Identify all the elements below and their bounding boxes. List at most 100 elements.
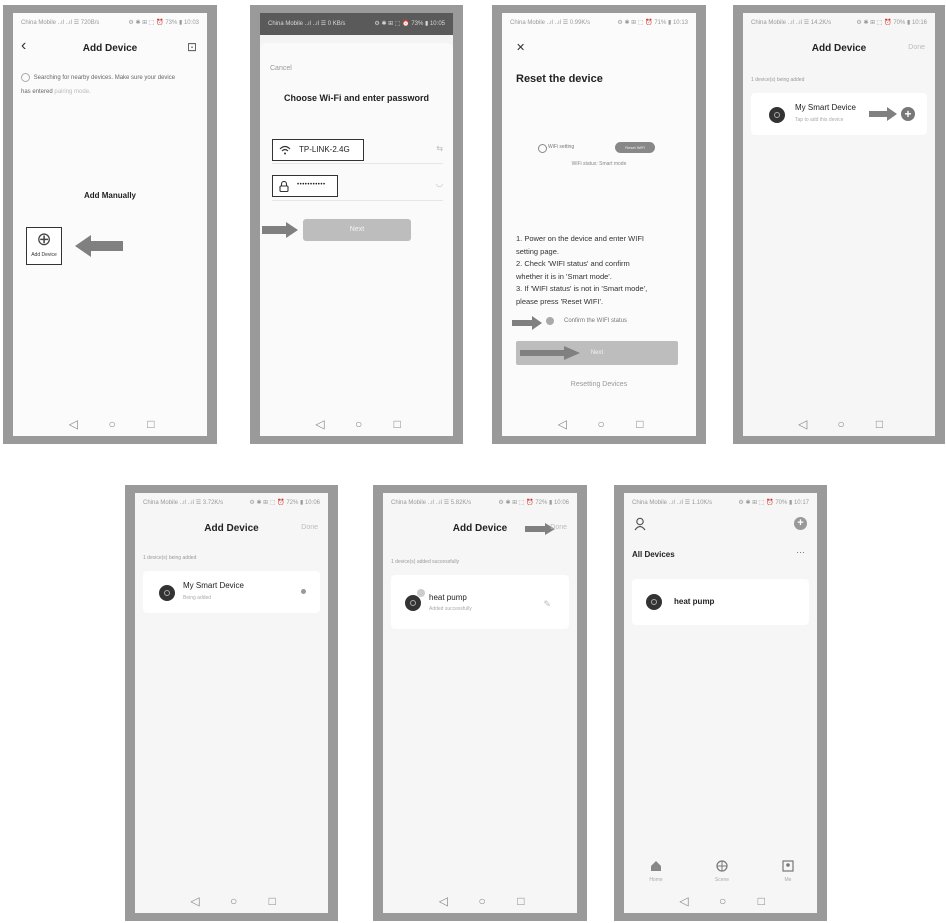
status-right: ⚙ ✱ ⊞ ⬚ ⏰ 70% ▮ 10:17 <box>738 500 809 506</box>
nav-recent-icon[interactable]: □ <box>755 895 767 907</box>
search-spinner-icon <box>21 72 30 82</box>
status-bar: China Mobile ..ıl ..ıl ☰ 5.82K/s ⚙ ✱ ⊞ ⬚… <box>383 495 577 509</box>
instruction-steps: 1. Power on the device and enter WIFI se… <box>516 233 688 308</box>
device-card[interactable]: heat pump <box>632 579 809 625</box>
device-card[interactable]: heat pump Added successfully ✎ <box>391 575 569 629</box>
screen-surface: China Mobile ..ıl ..ıl ☰ 5.82K/s ⚙ ✱ ⊞ ⬚… <box>383 493 577 913</box>
nav-recent-icon[interactable]: □ <box>391 418 403 430</box>
page-title: Reset the device <box>516 73 603 85</box>
step-line: please press 'Reset WIFI'. <box>516 296 604 306</box>
person-icon[interactable] <box>634 517 646 531</box>
wifi-password-value: ••••••••••• <box>297 182 326 188</box>
status-bar: China Mobile ..ıl ..ıl ☰ 0.99K/s ⚙ ✱ ⊞ ⬚… <box>502 15 696 29</box>
pointer-arrow <box>512 316 542 330</box>
nav-home-icon[interactable]: ○ <box>476 895 488 907</box>
done-button[interactable]: Done <box>550 524 567 531</box>
add-manually-heading: Add Manually <box>83 191 136 200</box>
next-button[interactable]: Next <box>303 219 411 241</box>
pairing-mode-link[interactable]: pairing mode. <box>54 89 90 95</box>
cancel-button[interactable]: Cancel <box>270 65 292 72</box>
scene-icon <box>716 860 728 872</box>
system-nav-bar: ◁ ○ □ <box>13 414 207 436</box>
wifi-icon <box>279 145 291 155</box>
edit-name-icon[interactable]: ✎ <box>543 599 551 610</box>
nav-home-icon[interactable]: ○ <box>228 895 240 907</box>
nav-recent-icon[interactable]: □ <box>515 895 527 907</box>
device-icon <box>159 585 175 601</box>
add-device-icon[interactable]: + <box>794 517 807 530</box>
add-device-plus-icon[interactable]: + <box>901 107 915 121</box>
status-bar: China Mobile ..ıl ..ıl ☰ 3.72K/s ⚙ ✱ ⊞ ⬚… <box>135 495 328 509</box>
nav-back-icon[interactable]: ◁ <box>556 418 568 430</box>
status-left: China Mobile ..ıl ..ıl ☰ 1.10K/s <box>632 500 713 506</box>
pointer-arrow <box>262 222 298 238</box>
nav-recent-icon[interactable]: □ <box>874 418 886 430</box>
pointer-arrow <box>75 235 123 257</box>
step-line: 2. Check 'WIFI status' and confirm <box>516 259 630 268</box>
step-line: 1. Power on the device and enter WIFI <box>516 234 644 243</box>
field-divider <box>272 163 443 164</box>
phone-screen-choose-wifi: China Mobile ..ıl ..ıl ☰ 0 KB/s ⚙ ✱ ⊞ ⬚ … <box>250 5 463 444</box>
lock-icon <box>279 181 289 192</box>
confirm-checkbox[interactable] <box>546 317 554 325</box>
system-nav-bar: ◁ ○ □ <box>135 891 328 913</box>
done-button[interactable]: Done <box>301 524 318 531</box>
wifi-password-field[interactable]: ••••••••••• <box>272 175 338 197</box>
status-left: China Mobile ..ıl ..ıl ☰ 720B/s <box>21 20 100 26</box>
more-options-icon[interactable]: ··· <box>796 547 805 557</box>
nav-back-icon[interactable]: ◁ <box>437 895 449 907</box>
loading-spinner-icon <box>301 589 306 594</box>
nav-recent-icon[interactable]: □ <box>634 418 646 430</box>
nav-recent-icon[interactable]: □ <box>266 895 278 907</box>
nav-back-icon[interactable]: ◁ <box>678 895 690 907</box>
section-title: All Devices <box>632 550 675 559</box>
device-card[interactable]: My Smart Device Being added <box>143 571 320 613</box>
add-device-label: Add Device <box>31 252 57 258</box>
add-device-tile[interactable]: ⊕ Add Device <box>26 227 62 265</box>
nav-back-icon[interactable]: ◁ <box>67 418 79 430</box>
nav-back-icon[interactable]: ◁ <box>797 418 809 430</box>
resetting-devices-link[interactable]: Resetting Devices <box>502 381 696 388</box>
next-button-label: Next <box>590 350 604 356</box>
me-icon <box>782 860 794 872</box>
nav-home-icon[interactable]: ○ <box>353 418 365 430</box>
field-divider <box>272 200 443 201</box>
close-icon[interactable]: ✕ <box>516 41 525 54</box>
scan-icon[interactable]: ⊡ <box>187 40 197 54</box>
device-name: heat pump <box>674 597 715 606</box>
step-line: setting page. <box>516 246 559 256</box>
tab-home[interactable]: Home <box>644 859 668 883</box>
screen-surface: China Mobile ..ıl ..ıl ☰ 3.72K/s ⚙ ✱ ⊞ ⬚… <box>135 493 328 913</box>
done-button[interactable]: Done <box>908 44 925 51</box>
system-nav-bar: ◁ ○ □ <box>624 891 817 913</box>
status-bar: China Mobile ..ıl ..ıl ☰ 0 KB/s ⚙ ✱ ⊞ ⬚ … <box>260 13 453 35</box>
nav-home-icon[interactable]: ○ <box>717 895 729 907</box>
wifi-ssid-value: TP-LINK-2.4G <box>299 145 350 154</box>
nav-back-icon[interactable]: ◁ <box>314 418 326 430</box>
step-line: 3. If 'WIFI status' is not in 'Smart mod… <box>516 284 648 293</box>
screen-surface: China Mobile ..ıl ..ıl ☰ 0.99K/s ⚙ ✱ ⊞ ⬚… <box>502 13 696 436</box>
status-left: China Mobile ..ıl ..ıl ☰ 3.72K/s <box>143 500 224 506</box>
device-name: My Smart Device <box>183 581 244 590</box>
nav-back-icon[interactable]: ◁ <box>189 895 201 907</box>
device-icon <box>769 107 785 123</box>
reset-wifi-pill: Reset WiFi <box>615 142 655 153</box>
next-button[interactable]: Next <box>516 341 678 365</box>
nav-home-icon[interactable]: ○ <box>835 418 847 430</box>
show-password-icon[interactable]: ◡ <box>436 179 443 188</box>
nav-recent-icon[interactable]: □ <box>145 418 157 430</box>
switch-network-icon[interactable]: ⇆ <box>436 144 443 153</box>
device-card[interactable]: My Smart Device Tap to add this device + <box>751 93 927 135</box>
screen-surface: China Mobile ..ıl ..ıl ☰ 0 KB/s ⚙ ✱ ⊞ ⬚ … <box>260 13 453 436</box>
tab-scene[interactable]: Scene <box>710 859 734 883</box>
status-left: China Mobile ..ıl ..ıl ☰ 0 KB/s <box>268 21 346 27</box>
screen-surface: China Mobile ..ıl ..ıl ☰ 14.2K/s ⚙ ✱ ⊞ ⬚… <box>743 13 935 436</box>
device-icon <box>405 595 421 611</box>
tab-me[interactable]: Me <box>776 859 800 883</box>
wifi-ssid-field[interactable]: TP-LINK-2.4G <box>272 139 364 161</box>
status-right: ⚙ ✱ ⊞ ⬚ ⏰ 72% ▮ 10:06 <box>249 500 320 506</box>
wifi-setting-illustration: WiFi setting Reset WiFi WiFi status: Sma… <box>502 141 696 181</box>
nav-home-icon[interactable]: ○ <box>106 418 118 430</box>
pointer-arrow <box>869 107 897 121</box>
nav-home-icon[interactable]: ○ <box>595 418 607 430</box>
